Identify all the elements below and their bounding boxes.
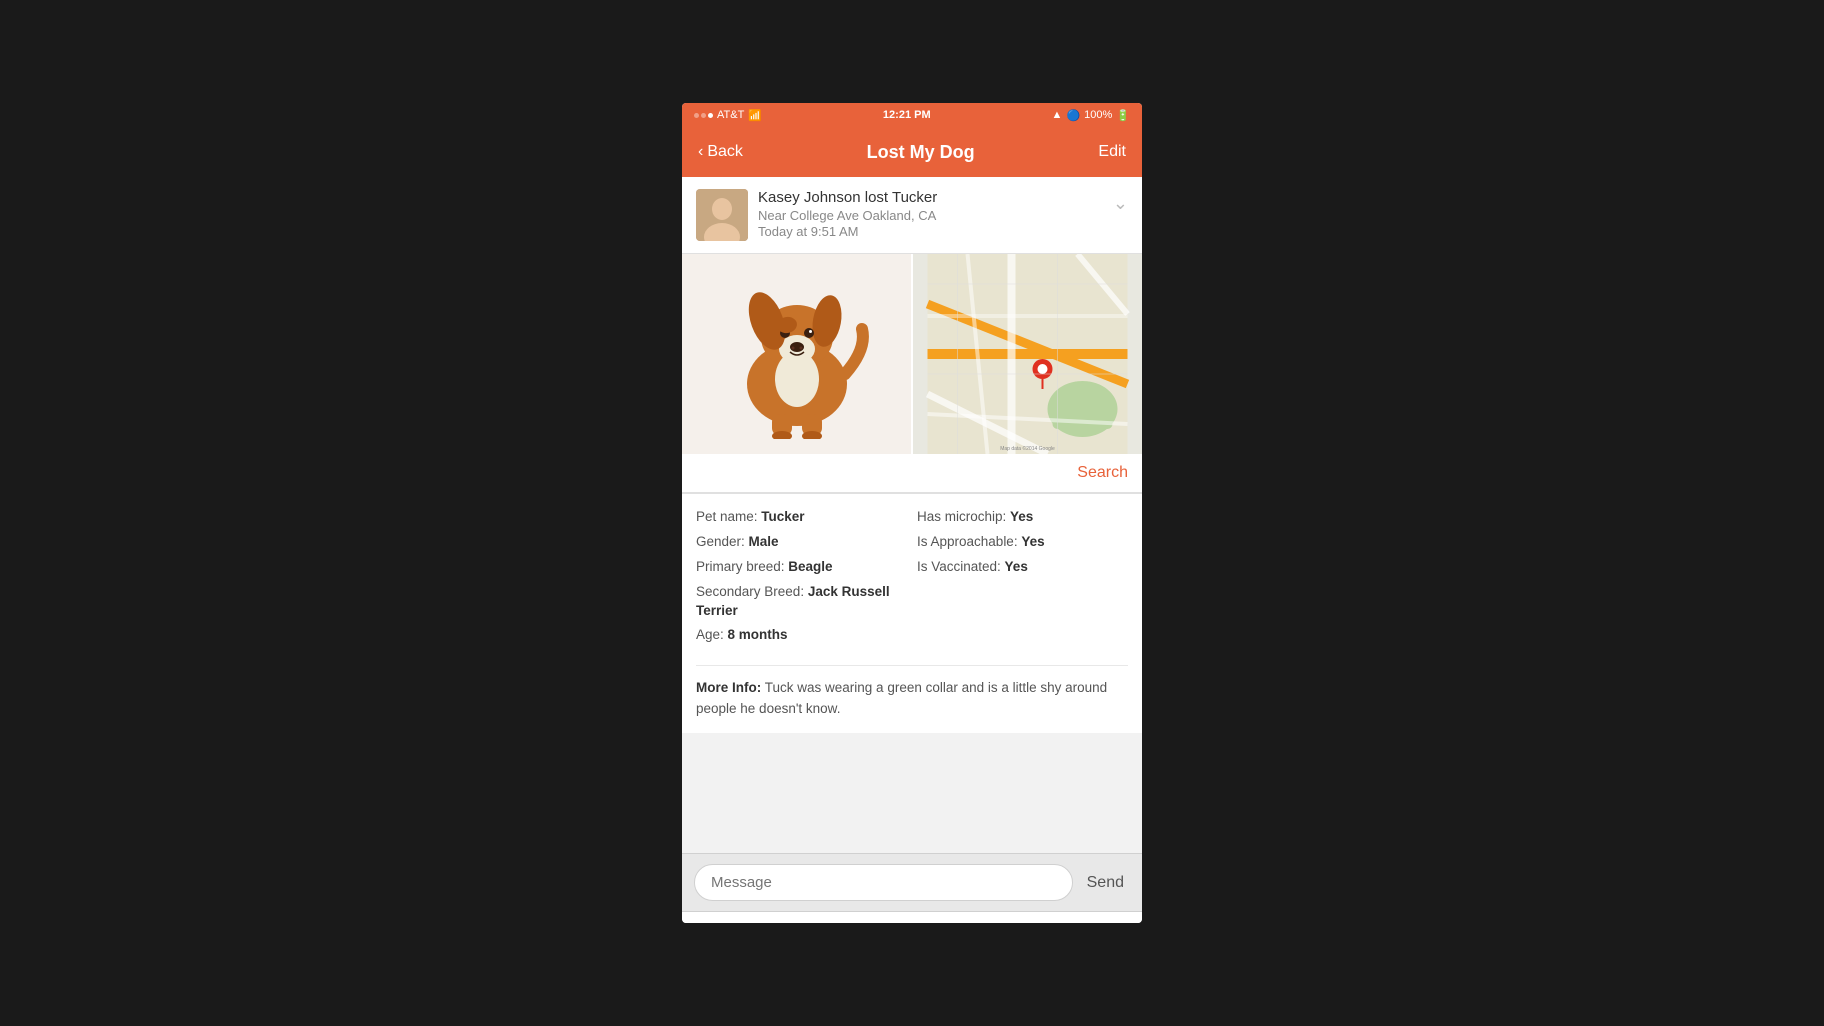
signal-dots — [694, 113, 713, 118]
details-left: Pet name: Tucker Gender: Male Primary br… — [696, 508, 907, 651]
content-area: Kasey Johnson lost Tucker Near College A… — [682, 177, 1142, 853]
details-grid: Pet name: Tucker Gender: Male Primary br… — [696, 508, 1128, 651]
detail-secondary-breed: Secondary Breed: Jack Russell Terrier — [696, 583, 907, 621]
status-right: ▲ 🔵 100% 🔋 — [1052, 109, 1130, 122]
post-time: Today at 9:51 AM — [758, 224, 1103, 239]
images-row: Map data ©2014 Google — [682, 254, 1142, 454]
message-input[interactable] — [694, 864, 1073, 901]
nav-bar: ‹ Back Lost My Dog Edit — [682, 127, 1142, 177]
phone-frame: AT&T 📶 12:21 PM ▲ 🔵 100% 🔋 ‹ Back Lost M… — [682, 103, 1142, 923]
nav-title: Lost My Dog — [867, 142, 975, 163]
signal-dot-1 — [694, 113, 699, 118]
svg-text:Map data ©2014 Google: Map data ©2014 Google — [1000, 445, 1055, 452]
message-bar: Send — [682, 853, 1142, 911]
post-header: Kasey Johnson lost Tucker Near College A… — [682, 177, 1142, 254]
more-info-label: More Info: — [696, 680, 761, 695]
tab-search[interactable]: Search — [958, 918, 1050, 923]
search-link[interactable]: Search — [1077, 464, 1128, 481]
tab-report[interactable]: Report — [866, 918, 958, 923]
carrier-label: AT&T — [717, 109, 744, 121]
more-info-text: More Info: Tuck was wearing a green coll… — [696, 678, 1128, 719]
bluetooth-icon: 🔵 — [1066, 109, 1080, 122]
avatar-image — [696, 189, 748, 241]
details-right: Has microchip: Yes Is Approachable: Yes … — [917, 508, 1128, 651]
tab-bar: Home Packs Rep — [682, 911, 1142, 923]
signal-dot-3 — [708, 113, 713, 118]
avatar — [696, 189, 748, 241]
detail-primary-breed: Primary breed: Beagle — [696, 558, 907, 577]
back-button[interactable]: ‹ Back — [698, 143, 743, 161]
search-link-row: Search — [682, 454, 1142, 493]
back-chevron-icon: ‹ — [698, 143, 703, 161]
battery-icon: 🔋 — [1116, 109, 1130, 122]
detail-pet-name: Pet name: Tucker — [696, 508, 907, 527]
detail-vaccinated: Is Vaccinated: Yes — [917, 558, 1128, 577]
status-time: 12:21 PM — [883, 109, 931, 121]
more-info-section: More Info: Tuck was wearing a green coll… — [696, 665, 1128, 719]
send-button[interactable]: Send — [1081, 866, 1130, 900]
detail-gender: Gender: Male — [696, 533, 907, 552]
status-bar: AT&T 📶 12:21 PM ▲ 🔵 100% 🔋 — [682, 103, 1142, 127]
user-name: Kasey Johnson lost Tucker — [758, 189, 937, 206]
post-title: Kasey Johnson lost Tucker — [758, 189, 1103, 206]
tab-home[interactable]: Home — [682, 920, 774, 923]
signal-dot-2 — [701, 113, 706, 118]
expand-icon[interactable]: ⌄ — [1113, 193, 1128, 214]
post-location: Near College Ave Oakland, CA — [758, 208, 1103, 223]
map-photo: Map data ©2014 Google — [913, 254, 1142, 454]
detail-microchip: Has microchip: Yes — [917, 508, 1128, 527]
location-icon: ▲ — [1052, 109, 1063, 121]
tab-packs[interactable]: Packs — [774, 920, 866, 923]
tab-more[interactable]: More — [1050, 922, 1142, 924]
back-label: Back — [707, 143, 743, 161]
dog-photo — [682, 254, 911, 454]
battery-label: 100% — [1084, 109, 1112, 121]
edit-button[interactable]: Edit — [1098, 143, 1126, 161]
status-left: AT&T 📶 — [694, 109, 762, 122]
post-info: Kasey Johnson lost Tucker Near College A… — [758, 189, 1103, 239]
wifi-icon: 📶 — [748, 109, 762, 122]
details-section: Pet name: Tucker Gender: Male Primary br… — [682, 493, 1142, 733]
detail-age: Age: 8 months — [696, 626, 907, 645]
detail-approachable: Is Approachable: Yes — [917, 533, 1128, 552]
